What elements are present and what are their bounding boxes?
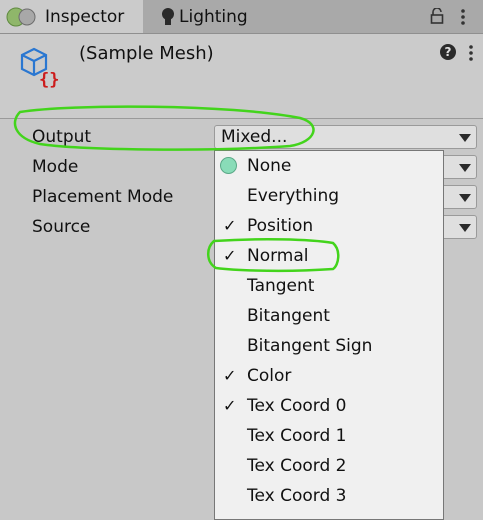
svg-text:{}: {} [39, 70, 59, 90]
menu-item-bitangent[interactable]: Bitangent [215, 301, 443, 331]
menu-item-label: Everything [247, 186, 340, 206]
inspector-header [0, 34, 483, 119]
inspector-dot-icon [6, 7, 36, 26]
menu-item-label: Normal [247, 246, 309, 266]
menu-item-label: Bitangent Sign [247, 336, 373, 356]
menu-item-everything[interactable]: Everything [215, 181, 443, 211]
lightbulb-icon [162, 7, 174, 25]
menu-item-tex-coord-2[interactable]: Tex Coord 2 [215, 451, 443, 481]
checkmark-icon: ✓ [223, 216, 237, 235]
menu-item-tangent[interactable]: Tangent [215, 271, 443, 301]
menu-item-tex-coord-0[interactable]: ✓ Tex Coord 0 [215, 391, 443, 421]
checkmark-icon: ✓ [223, 396, 237, 415]
source-dropdown[interactable] [440, 215, 477, 239]
hover-indicator-icon [220, 157, 237, 174]
property-label-source: Source [32, 217, 91, 237]
help-icon[interactable]: ? [440, 44, 456, 60]
chevron-down-icon [459, 224, 471, 232]
placement-mode-dropdown[interactable] [440, 185, 477, 209]
menu-item-label: Tex Coord 1 [247, 426, 347, 446]
menu-item-label: Tex Coord 3 [247, 486, 347, 506]
menu-item-label: None [247, 156, 292, 176]
checkmark-icon: ✓ [223, 366, 237, 385]
chevron-down-icon [459, 134, 471, 142]
output-dropdown[interactable]: Mixed... [214, 125, 477, 149]
tab-lighting-label: Lighting [179, 6, 248, 27]
output-dropdown-value: Mixed... [221, 127, 288, 147]
mesh-cube-icon: {} [20, 47, 59, 90]
menu-item-label: Tex Coord 0 [247, 396, 347, 416]
mode-dropdown[interactable] [440, 155, 477, 179]
menu-item-tex-coord-1[interactable]: Tex Coord 1 [215, 421, 443, 451]
menu-item-label: Position [247, 216, 314, 236]
tab-inspector[interactable]: Inspector [0, 0, 143, 33]
menu-item-color[interactable]: ✓ Color [215, 361, 443, 391]
property-label-output: Output [32, 127, 92, 147]
output-options-menu: None Everything ✓ Position ✓ Normal Tang… [214, 150, 444, 520]
object-title: (Sample Mesh) [79, 43, 214, 64]
property-label-placement-mode: Placement Mode [32, 187, 174, 207]
chevron-down-icon [459, 164, 471, 172]
menu-item-label: Tex Coord 2 [247, 456, 347, 476]
menu-item-position[interactable]: ✓ Position [215, 211, 443, 241]
menu-item-label: Color [247, 366, 292, 386]
property-label-mode: Mode [32, 157, 79, 177]
lock-icon[interactable] [430, 8, 444, 24]
menu-item-label: Tangent [247, 276, 315, 296]
tab-inspector-label: Inspector [45, 6, 125, 27]
checkmark-icon: ✓ [223, 246, 237, 265]
menu-item-label: Bitangent [247, 306, 330, 326]
chevron-down-icon [459, 194, 471, 202]
menu-item-bitangent-sign[interactable]: Bitangent Sign [215, 331, 443, 361]
kebab-menu-icon[interactable] [459, 8, 467, 26]
menu-item-none[interactable]: None [215, 151, 443, 181]
tab-lighting[interactable]: Lighting [143, 0, 283, 33]
menu-item-normal[interactable]: ✓ Normal [215, 241, 443, 271]
header-kebab-icon[interactable] [467, 44, 475, 62]
